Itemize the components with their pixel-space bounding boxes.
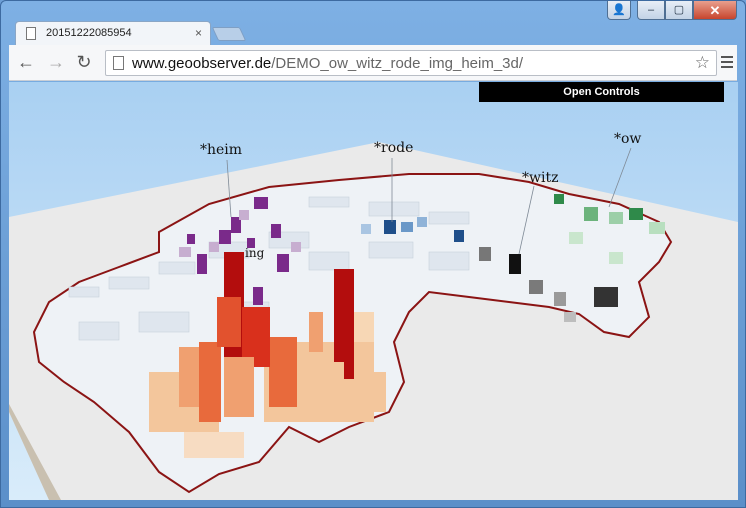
page-icon xyxy=(26,27,36,40)
browser-toolbar: ← → ↻ www.geoobserver.de/DEMO_ow_witz_ro… xyxy=(9,45,737,81)
close-button[interactable]: ✕ xyxy=(693,1,737,20)
open-controls-button[interactable]: Open Controls xyxy=(479,82,724,102)
maximize-button[interactable]: ▢ xyxy=(665,1,693,20)
url-host: www.geoobserver.de xyxy=(132,55,272,72)
label-witz: *witz xyxy=(522,170,559,186)
page-viewport: Open Controls *heim *rode *witz *ow ing xyxy=(9,82,738,500)
reload-button[interactable]: ↻ xyxy=(73,51,95,73)
url-path: /DEMO_ow_witz_rode_img_heim_3d/ xyxy=(271,55,524,72)
menu-icon[interactable] xyxy=(721,56,733,68)
address-bar[interactable]: www.geoobserver.de/DEMO_ow_witz_rode_img… xyxy=(105,50,717,76)
label-heim: *heim xyxy=(200,142,243,158)
tab-active[interactable]: 20151222085954 × xyxy=(15,21,211,45)
new-tab-button[interactable] xyxy=(211,27,247,41)
label-ow: *ow xyxy=(614,131,642,147)
url-text[interactable]: www.geoobserver.de/DEMO_ow_witz_rode_img… xyxy=(132,55,523,72)
browser-window: 20151222085954 × 👤 – ▢ ✕ ← → ↻ www.geoob… xyxy=(0,0,746,508)
label-rode: *rode xyxy=(374,140,414,156)
back-button[interactable]: ← xyxy=(15,51,37,73)
close-tab-icon[interactable]: × xyxy=(195,26,202,40)
window-controls: 👤 – ▢ ✕ xyxy=(607,1,737,21)
label-ing: ing xyxy=(245,246,265,260)
user-icon[interactable]: 👤 xyxy=(607,1,631,20)
minimize-button[interactable]: – xyxy=(637,1,665,20)
tab-title: 20151222085954 xyxy=(46,27,132,39)
page-icon xyxy=(113,56,124,70)
forward-button[interactable]: → xyxy=(45,51,67,73)
bookmark-star-icon[interactable]: ☆ xyxy=(695,53,710,73)
tab-strip: 20151222085954 × 👤 – ▢ ✕ xyxy=(1,1,745,45)
